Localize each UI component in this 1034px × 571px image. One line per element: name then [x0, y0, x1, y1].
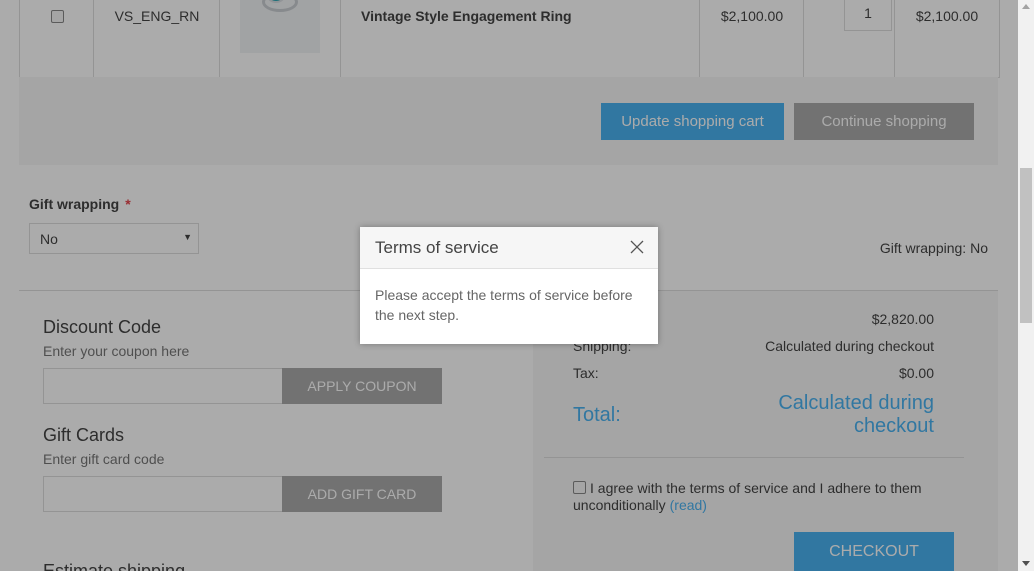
vertical-scrollbar[interactable] [1018, 0, 1034, 571]
modal-message: Please accept the terms of service befor… [375, 287, 633, 323]
modal-header: Terms of service [360, 227, 658, 269]
shopping-cart-page: VS_ENG_RN Vintage Style Engagement Ring … [0, 0, 1018, 571]
scroll-up-arrow-icon[interactable] [1022, 4, 1030, 9]
terms-modal: Terms of service Please accept the terms… [360, 227, 658, 344]
scroll-down-arrow-icon[interactable] [1022, 561, 1030, 566]
close-icon[interactable] [628, 238, 646, 256]
modal-title: Terms of service [375, 238, 499, 257]
scrollbar-thumb[interactable] [1020, 168, 1032, 323]
